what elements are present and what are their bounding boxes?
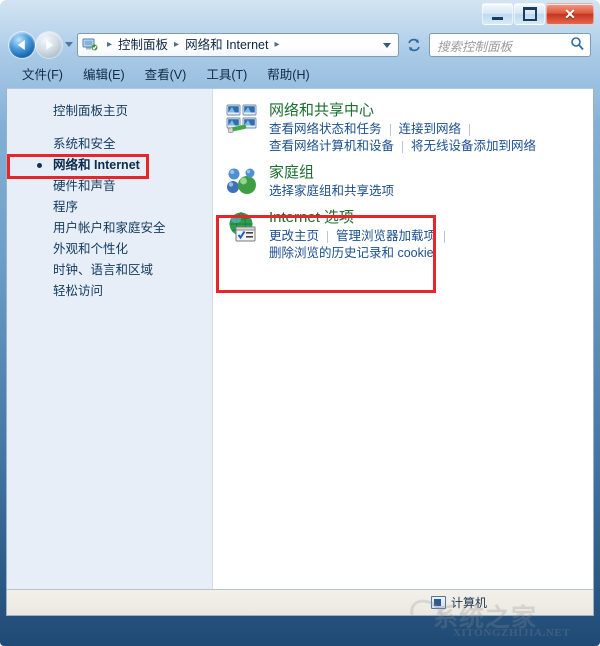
search-icon: [570, 36, 584, 55]
link-add-wireless-device[interactable]: 将无线设备添加到网络: [411, 138, 536, 155]
menu-item-help[interactable]: 帮助(H): [267, 64, 309, 86]
link-divider: [327, 230, 329, 243]
breadcrumb-item-control-panel[interactable]: 控制面板: [117, 34, 169, 56]
link-view-network-computers[interactable]: 查看网络计算机和设备: [269, 138, 394, 155]
maximize-button[interactable]: [514, 3, 545, 25]
homegroup-icon: [225, 165, 259, 199]
sidebar-item-user-accounts[interactable]: 用户帐户和家庭安全: [7, 218, 212, 239]
category-text: Internet 选项 更改主页 管理浏览器加载项 删除浏览的历史记录和 coo…: [269, 208, 453, 262]
forward-button[interactable]: [36, 32, 62, 58]
category-network-sharing-center: 网络和共享中心 查看网络状态和任务 连接到网络 查看网络计算机和设备 将无线设备…: [213, 97, 593, 159]
link-view-network-status[interactable]: 查看网络状态和任务: [269, 121, 382, 138]
status-bar: 计算机: [7, 589, 593, 615]
search-box[interactable]: 搜索控制面板: [429, 33, 591, 57]
client-body: 控制面板主页 系统和安全 网络和 Internet 硬件和声音 程序 用户帐户和…: [7, 89, 593, 589]
close-icon: ✕: [564, 6, 576, 22]
minimize-button[interactable]: [482, 3, 513, 25]
current-item-bullet-icon: [37, 163, 42, 168]
sidebar-item-hardware-sound[interactable]: 硬件和声音: [7, 176, 212, 197]
sidebar-item-ease-of-access[interactable]: 轻松访问: [7, 281, 212, 302]
breadcrumb-separator: ▸: [174, 39, 180, 50]
category-links-row: 更改主页 管理浏览器加载项: [269, 228, 453, 245]
content-pane: 网络和共享中心 查看网络状态和任务 连接到网络 查看网络计算机和设备 将无线设备…: [213, 89, 593, 589]
link-divider: [389, 123, 391, 136]
link-delete-browsing-history[interactable]: 删除浏览的历史记录和 cookie: [269, 245, 434, 262]
address-toolbar: ▸ 控制面板 ▸ 网络和 Internet ▸ 搜索控制面板: [5, 31, 595, 61]
control-panel-icon: [82, 37, 99, 53]
link-change-homepage[interactable]: 更改主页: [269, 228, 319, 245]
category-links-row: 查看网络状态和任务 连接到网络: [269, 121, 536, 138]
navigation-sidebar: 控制面板主页 系统和安全 网络和 Internet 硬件和声音 程序 用户帐户和…: [7, 89, 213, 589]
breadcrumb-separator: ▸: [107, 39, 113, 50]
close-button[interactable]: ✕: [546, 3, 594, 25]
link-divider: [402, 140, 404, 153]
title-bar: ✕: [0, 0, 600, 28]
search-input[interactable]: 搜索控制面板: [437, 36, 512, 55]
refresh-button[interactable]: [402, 33, 426, 57]
internet-options-icon: [225, 210, 259, 244]
forward-arrow-icon: [46, 40, 54, 50]
sidebar-item-clock-language-region[interactable]: 时钟、语言和区域: [7, 260, 212, 281]
link-connect-to-network[interactable]: 连接到网络: [399, 121, 462, 138]
computer-icon: [431, 596, 446, 609]
window-controls: ✕: [481, 3, 594, 25]
category-text: 家庭组 选择家庭组和共享选项: [269, 163, 394, 200]
category-links-row: 选择家庭组和共享选项: [269, 183, 394, 200]
menu-item-file[interactable]: 文件(F): [22, 64, 63, 86]
menu-item-tools[interactable]: 工具(T): [206, 64, 247, 86]
category-links-row: 删除浏览的历史记录和 cookie: [269, 245, 453, 262]
category-links-row: 查看网络计算机和设备 将无线设备添加到网络: [269, 138, 536, 155]
breadcrumb-separator: ▸: [274, 39, 280, 50]
address-bar[interactable]: ▸ 控制面板 ▸ 网络和 Internet ▸: [77, 33, 399, 57]
address-chevron-down-icon[interactable]: [383, 42, 391, 48]
link-divider: [469, 123, 471, 136]
category-text: 网络和共享中心 查看网络状态和任务 连接到网络 查看网络计算机和设备 将无线设备…: [269, 101, 536, 155]
status-bar-label: 计算机: [451, 596, 488, 610]
link-divider: [444, 230, 446, 243]
category-internet-options: Internet 选项 更改主页 管理浏览器加载项 删除浏览的历史记录和 coo…: [213, 204, 593, 266]
sidebar-item-network-internet[interactable]: 网络和 Internet: [7, 155, 212, 176]
menu-item-edit[interactable]: 编辑(E): [83, 64, 125, 86]
network-sharing-icon: [225, 103, 259, 137]
sidebar-item-appearance-personalization[interactable]: 外观和个性化: [7, 239, 212, 260]
status-bar-content: 计算机: [431, 594, 487, 611]
maximize-icon: [522, 7, 537, 21]
minimize-icon: [492, 14, 503, 20]
sidebar-item-system-security[interactable]: 系统和安全: [7, 134, 212, 155]
category-title[interactable]: Internet 选项: [269, 208, 453, 228]
client-area: 控制面板主页 系统和安全 网络和 Internet 硬件和声音 程序 用户帐户和…: [6, 88, 594, 616]
menu-item-view[interactable]: 查看(V): [145, 64, 187, 86]
sidebar-item-control-panel-home[interactable]: 控制面板主页: [7, 101, 212, 122]
refresh-icon: [408, 38, 420, 52]
menu-bar: 文件(F) 编辑(E) 查看(V) 工具(T) 帮助(H): [5, 64, 595, 86]
breadcrumb-item-network-internet[interactable]: 网络和 Internet: [184, 34, 269, 56]
sidebar-item-programs[interactable]: 程序: [7, 197, 212, 218]
back-button[interactable]: [9, 32, 35, 58]
control-panel-window: ✕ ▸ 控制面板 ▸ 网络和 Internet ▸ 搜索控制面板 文件(F) 编…: [0, 0, 600, 646]
link-choose-homegroup-options[interactable]: 选择家庭组和共享选项: [269, 183, 394, 200]
category-title[interactable]: 家庭组: [269, 163, 394, 183]
link-manage-browser-addons[interactable]: 管理浏览器加载项: [336, 228, 436, 245]
back-arrow-icon: [17, 40, 25, 50]
sidebar-item-label: 网络和 Internet: [53, 158, 140, 172]
category-title[interactable]: 网络和共享中心: [269, 101, 536, 121]
category-homegroup: 家庭组 选择家庭组和共享选项: [213, 159, 593, 204]
recent-pages-chevron-down-icon[interactable]: [65, 42, 73, 47]
